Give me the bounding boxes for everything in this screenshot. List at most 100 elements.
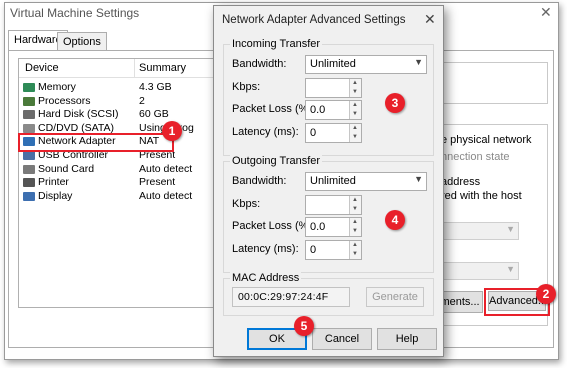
spin-up-icon[interactable]: ▲ bbox=[352, 218, 358, 227]
callout-badge-1: 1 bbox=[162, 121, 182, 141]
device-name: Sound Card bbox=[38, 162, 95, 175]
processor-icon bbox=[23, 96, 35, 106]
incoming-packet-loss-stepper[interactable]: 0.0 ▲ ▼ bbox=[305, 100, 362, 120]
device-name: Display bbox=[38, 189, 73, 202]
device-status-group bbox=[436, 62, 548, 104]
device-row[interactable]: Memory 4.3 GB bbox=[19, 81, 219, 94]
spin-up-icon[interactable]: ▲ bbox=[352, 124, 358, 133]
help-button[interactable]: Help bbox=[377, 328, 437, 350]
spin-down-icon[interactable]: ▼ bbox=[352, 205, 358, 214]
column-header-summary[interactable]: Summary bbox=[139, 62, 186, 74]
spin-down-icon[interactable]: ▼ bbox=[352, 133, 358, 142]
replicate-state-text: nnection state bbox=[441, 151, 510, 163]
spin-buttons[interactable]: ▲ ▼ bbox=[349, 124, 361, 142]
tab-options[interactable]: Options bbox=[57, 32, 107, 51]
outgoing-transfer-title: Outgoing Transfer bbox=[230, 155, 323, 167]
cd-dvd-icon bbox=[23, 123, 35, 133]
close-icon[interactable]: ✕ bbox=[424, 11, 436, 28]
spin-buttons[interactable]: ▲ ▼ bbox=[349, 196, 361, 214]
outgoing-kbps-label: Kbps: bbox=[232, 198, 261, 210]
outgoing-kbps-stepper[interactable]: ▲ ▼ bbox=[305, 195, 362, 215]
hard-disk-icon bbox=[23, 110, 35, 120]
spin-buttons[interactable]: ▲ ▼ bbox=[349, 101, 361, 119]
incoming-latency-label: Latency (ms): bbox=[232, 126, 299, 138]
spin-buttons[interactable]: ▲ ▼ bbox=[349, 241, 361, 259]
device-name: Memory bbox=[38, 81, 76, 93]
chevron-down-icon: ▼ bbox=[506, 224, 515, 234]
network-adapter-highlight bbox=[18, 133, 174, 152]
printer-icon bbox=[23, 178, 35, 188]
device-summary: 4.3 GB bbox=[139, 81, 172, 93]
device-name: Processors bbox=[38, 94, 91, 107]
callout-badge-3: 3 bbox=[385, 93, 405, 113]
outgoing-latency-stepper[interactable]: 0 ▲ ▼ bbox=[305, 240, 362, 260]
device-name: Hard Disk (SCSI) bbox=[38, 108, 119, 121]
incoming-latency-stepper[interactable]: 0 ▲ ▼ bbox=[305, 123, 362, 143]
incoming-bandwidth-label: Bandwidth: bbox=[232, 58, 287, 70]
spin-buttons[interactable]: ▲ ▼ bbox=[349, 218, 361, 236]
outgoing-bandwidth-select[interactable]: Unlimited ▼ bbox=[305, 172, 427, 191]
incoming-packet-loss-label: Packet Loss (%): bbox=[232, 103, 316, 115]
close-icon[interactable]: ✕ bbox=[540, 4, 552, 21]
chevron-down-icon: ▼ bbox=[506, 264, 515, 274]
nat-option-text[interactable]: address bbox=[441, 176, 480, 188]
incoming-bandwidth-value: Unlimited bbox=[310, 58, 356, 70]
spin-down-icon[interactable]: ▼ bbox=[352, 250, 358, 259]
callout-badge-5: 5 bbox=[294, 316, 314, 336]
lan-segment-combo[interactable]: ▼ bbox=[441, 262, 519, 280]
device-name: Printer bbox=[38, 176, 69, 189]
spin-down-icon[interactable]: ▼ bbox=[352, 110, 358, 119]
chevron-down-icon: ▼ bbox=[414, 57, 423, 67]
custom-network-combo[interactable]: ▼ bbox=[441, 222, 519, 240]
sound-card-icon bbox=[23, 164, 35, 174]
incoming-packet-loss-value: 0.0 bbox=[310, 104, 326, 116]
spin-down-icon[interactable]: ▼ bbox=[352, 88, 358, 97]
device-row[interactable]: Printer Present bbox=[19, 176, 219, 189]
device-summary: Present bbox=[139, 176, 176, 189]
generate-button[interactable]: Generate bbox=[366, 287, 424, 307]
incoming-transfer-title: Incoming Transfer bbox=[230, 38, 323, 50]
callout-badge-4: 4 bbox=[385, 210, 405, 230]
device-list-header: Device Summary bbox=[19, 59, 219, 78]
memory-icon bbox=[23, 83, 35, 92]
device-summary: Auto detect bbox=[139, 162, 193, 175]
spin-up-icon[interactable]: ▲ bbox=[352, 101, 358, 110]
column-header-device[interactable]: Device bbox=[25, 62, 59, 74]
outgoing-packet-loss-label: Packet Loss (%): bbox=[232, 220, 316, 232]
spin-up-icon[interactable]: ▲ bbox=[352, 79, 358, 88]
column-separator[interactable] bbox=[134, 59, 135, 77]
bridged-option-text[interactable]: e physical network bbox=[441, 134, 532, 146]
spin-buttons[interactable]: ▲ ▼ bbox=[349, 79, 361, 97]
device-row[interactable]: Hard Disk (SCSI) 60 GB bbox=[19, 108, 219, 121]
incoming-kbps-label: Kbps: bbox=[232, 81, 261, 93]
cancel-button[interactable]: Cancel bbox=[312, 328, 372, 350]
advanced-settings-dialog: Network Adapter Advanced Settings ✕ Inco… bbox=[213, 5, 444, 357]
dialog-title: Network Adapter Advanced Settings bbox=[222, 14, 406, 26]
mac-address-value: 00:0C:29:97:24:4F bbox=[238, 291, 329, 303]
device-row[interactable]: Processors 2 bbox=[19, 95, 219, 108]
mac-address-field[interactable]: 00:0C:29:97:24:4F bbox=[232, 287, 350, 307]
vm-settings-title: Virtual Machine Settings bbox=[10, 6, 140, 20]
outgoing-bandwidth-value: Unlimited bbox=[310, 175, 356, 187]
outgoing-latency-value: 0 bbox=[310, 244, 317, 256]
display-icon bbox=[23, 191, 35, 201]
incoming-kbps-stepper[interactable]: ▲ ▼ bbox=[305, 78, 362, 98]
host-only-option-text[interactable]: red with the host bbox=[441, 190, 522, 202]
usb-controller-icon bbox=[23, 151, 35, 160]
incoming-bandwidth-select[interactable]: Unlimited ▼ bbox=[305, 55, 427, 74]
incoming-latency-value: 0 bbox=[310, 127, 317, 139]
callout-badge-2: 2 bbox=[536, 284, 556, 304]
device-list: Device Summary Memory 4.3 GB Processors 2 Ha… bbox=[18, 58, 220, 308]
spin-down-icon[interactable]: ▼ bbox=[352, 227, 358, 236]
device-summary: 2 bbox=[139, 94, 145, 107]
spin-up-icon[interactable]: ▲ bbox=[352, 196, 358, 205]
outgoing-bandwidth-label: Bandwidth: bbox=[232, 175, 287, 187]
outgoing-packet-loss-stepper[interactable]: 0.0 ▲ ▼ bbox=[305, 217, 362, 237]
spin-up-icon[interactable]: ▲ bbox=[352, 241, 358, 250]
chevron-down-icon: ▼ bbox=[414, 174, 423, 184]
device-summary: 60 GB bbox=[139, 108, 169, 121]
device-row[interactable]: Sound Card Auto detect bbox=[19, 163, 219, 176]
device-summary: Auto detect bbox=[139, 189, 193, 202]
outgoing-packet-loss-value: 0.0 bbox=[310, 221, 326, 233]
device-row[interactable]: Display Auto detect bbox=[19, 190, 219, 203]
